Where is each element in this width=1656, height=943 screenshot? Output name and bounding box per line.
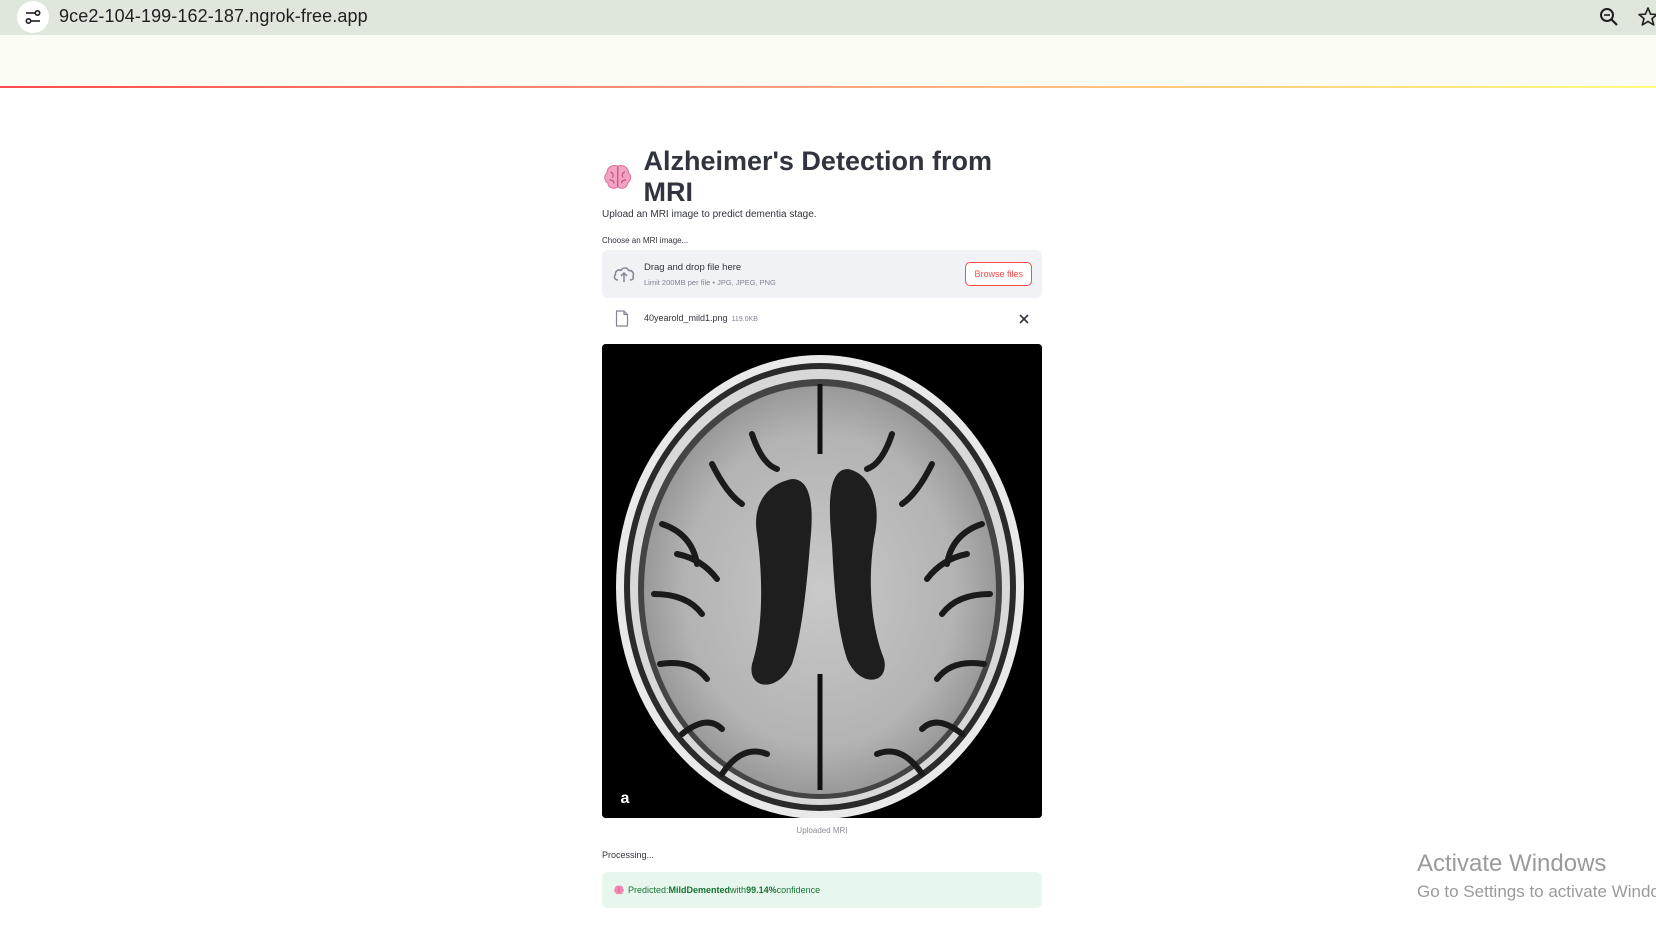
processing-status: Processing...	[602, 850, 655, 860]
file-dropzone[interactable]: Drag and drop file here Limit 200MB per …	[602, 250, 1042, 298]
image-corner-label: a	[621, 790, 630, 807]
prediction-result: Predicted: MildDemented with 99.14% conf…	[602, 872, 1042, 908]
url-field[interactable]: 9ce2-104-199-162-187.ngrok-free.app	[59, 6, 368, 27]
activate-windows-watermark: Activate Windows Go to Settings to activ…	[1417, 850, 1656, 902]
watermark-title: Activate Windows	[1417, 850, 1607, 877]
file-name-text: 40yearold_mild1.png	[644, 313, 728, 323]
site-info-icon[interactable]	[17, 1, 49, 33]
uploader-label: Choose an MRI image...	[602, 236, 689, 245]
remove-file-button[interactable]	[1016, 311, 1032, 327]
zoom-icon[interactable]	[1597, 5, 1621, 29]
image-caption: Uploaded MRI	[796, 826, 848, 835]
prediction-confidence: 99.14%	[746, 885, 777, 895]
page-title: Alzheimer's Detection from MRI	[602, 146, 1042, 207]
cloud-upload-icon	[613, 267, 635, 282]
prediction-prefix: Predicted:	[628, 885, 669, 895]
dropzone-instructions: Drag and drop file here	[644, 262, 742, 273]
prediction-suffix: confidence	[776, 885, 821, 895]
header-decoration-line	[0, 86, 1656, 88]
close-icon	[1019, 314, 1029, 324]
uploaded-mri-image: a	[602, 344, 1042, 818]
browse-files-button[interactable]: Browse files	[965, 262, 1032, 286]
browser-address-bar: 9ce2-104-199-162-187.ngrok-free.app	[0, 0, 1656, 35]
file-size: 119.0KB	[731, 316, 758, 323]
bookmark-star-icon[interactable]	[1636, 5, 1656, 29]
page-title-text: Alzheimer's Detection from MRI	[643, 146, 992, 207]
brain-icon	[604, 165, 632, 189]
dropzone-limit: Limit 200MB per file • JPG, JPEG, PNG	[644, 278, 776, 287]
brain-icon	[614, 885, 624, 895]
page-subtitle: Upload an MRI image to predict dementia …	[602, 209, 817, 220]
file-name: 40yearold_mild1.png 119.0KB	[644, 313, 758, 323]
uploaded-file-item: 40yearold_mild1.png 119.0KB	[602, 300, 1042, 338]
watermark-subtitle: Go to Settings to activate Windows.	[1417, 882, 1656, 901]
prediction-mid: with	[730, 885, 747, 895]
file-icon	[615, 310, 629, 327]
main-content: Alzheimer's Detection from MRI Upload an…	[602, 146, 1042, 908]
prediction-label: MildDemented	[668, 885, 731, 895]
app-header	[0, 35, 1656, 87]
